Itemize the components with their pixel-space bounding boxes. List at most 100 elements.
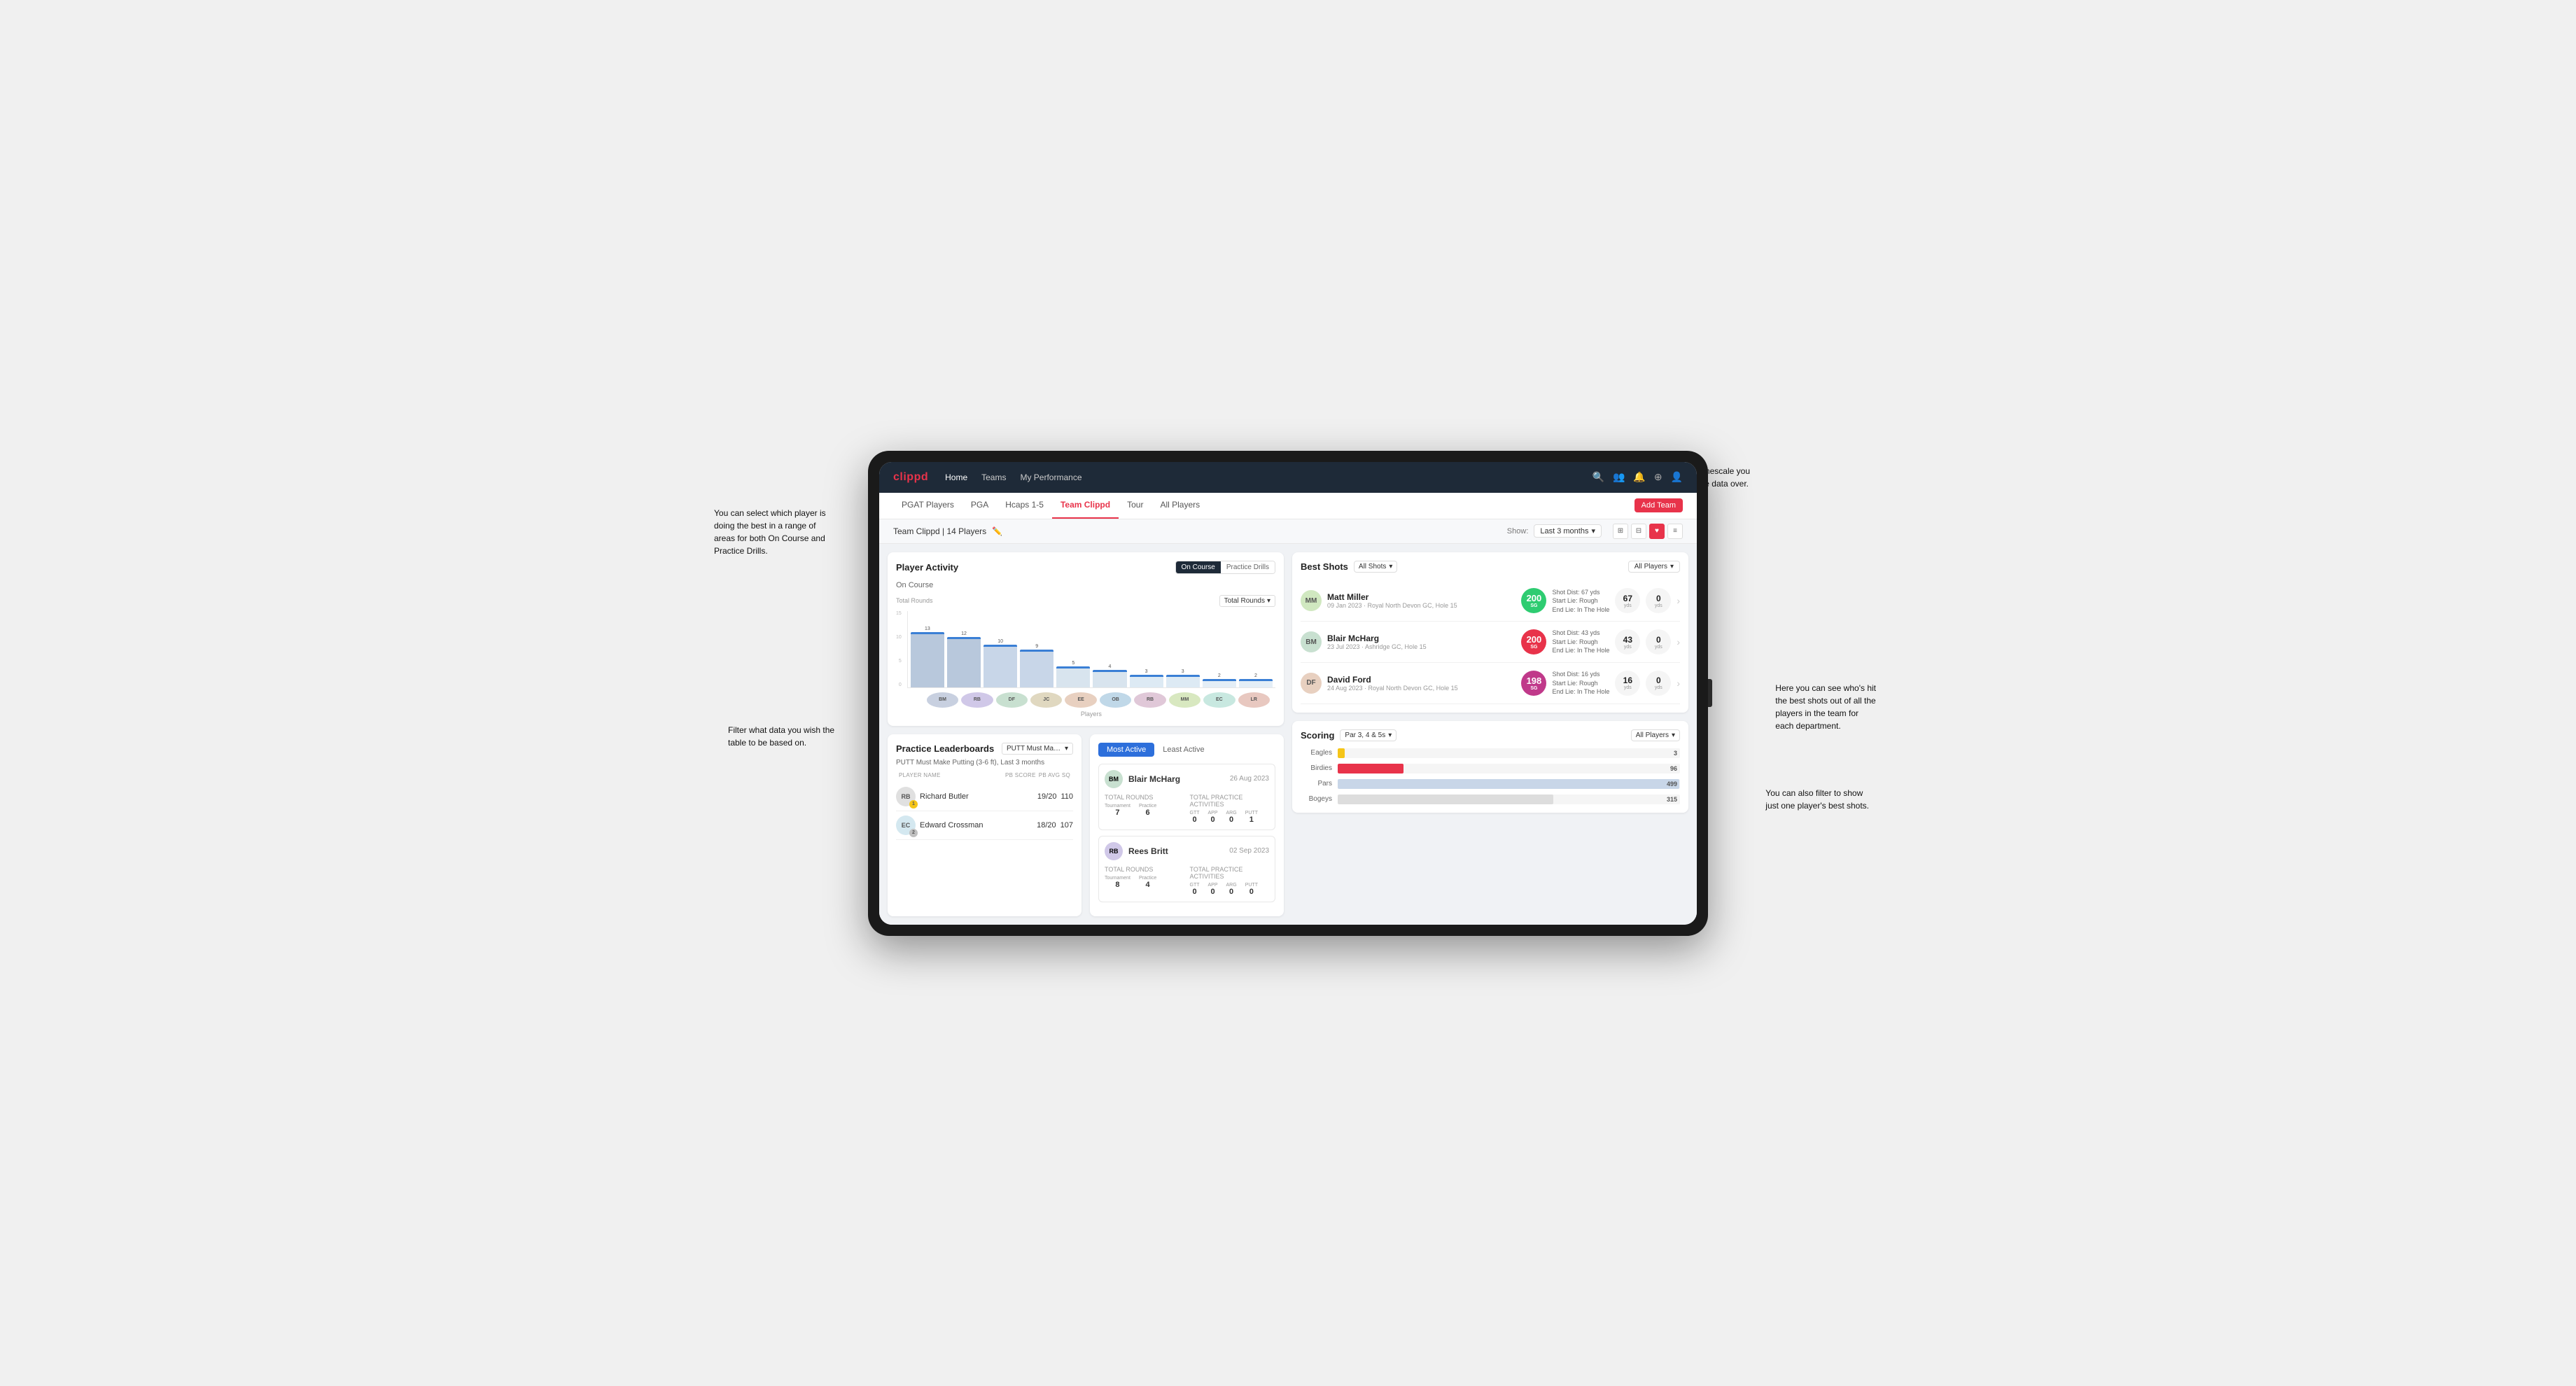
bar-body[interactable]: [911, 632, 944, 687]
profile-icon[interactable]: 👤: [1671, 471, 1683, 483]
best-shots-header: Best Shots All Shots ▾ All Players ▾: [1301, 561, 1680, 573]
bars-and-avatars: 1312109543322 BMRBDFJCEEOBRBMMECLR Playe…: [907, 611, 1275, 718]
bar-body[interactable]: [947, 637, 981, 687]
scoring-bar-wrap: 96: [1338, 764, 1680, 774]
bar-body[interactable]: [1203, 679, 1236, 687]
tournament-stat: Tournament 7: [1105, 804, 1130, 817]
shot-details: 198 SG Shot Dist: 16 yds Start Lie: Roug…: [1521, 670, 1680, 696]
scoring-filter-dropdown[interactable]: Par 3, 4 & 5s ▾: [1340, 729, 1396, 741]
chart-dropdown[interactable]: Total Rounds ▾: [1219, 595, 1275, 607]
shot-row-miller[interactable]: MM Matt Miller 09 Jan 2023 · Royal North…: [1301, 581, 1680, 622]
bar-body[interactable]: [1239, 679, 1273, 687]
scoring-bar-wrap: 315: [1338, 794, 1680, 804]
active-stat-rounds: Total Rounds Tournament 7 Practice: [1105, 794, 1184, 824]
on-course-toggle[interactable]: On Course: [1176, 561, 1221, 573]
chart-avatar: EC: [1203, 692, 1235, 708]
all-players-filter-dropdown[interactable]: All Players ▾: [1628, 561, 1680, 573]
view-list-button[interactable]: ≡: [1667, 524, 1683, 539]
lb-col-avg: PB AVG SQ: [1039, 772, 1070, 778]
shot-player-name: David Ford: [1327, 675, 1516, 685]
scoring-all-players-dropdown[interactable]: All Players ▾: [1631, 729, 1680, 741]
bar-value-label: 12: [961, 631, 967, 636]
search-icon[interactable]: 🔍: [1592, 471, 1604, 483]
bar-body[interactable]: [1166, 675, 1200, 687]
practice-drills-toggle[interactable]: Practice Drills: [1221, 561, 1275, 573]
lb-player-name: Edward Crossman: [920, 821, 1032, 830]
chart-avatar: BM: [927, 692, 958, 708]
edit-icon[interactable]: ✏️: [992, 526, 1002, 536]
practice-sub: GTT 0 APP 0: [1190, 811, 1270, 824]
most-active-tab[interactable]: Most Active: [1098, 743, 1154, 757]
nav-home[interactable]: Home: [945, 470, 967, 485]
active-stat-rounds: Total Rounds Tournament 8 Practice: [1105, 866, 1184, 896]
show-label: Show:: [1507, 527, 1529, 536]
bar-value-label: 2: [1254, 673, 1257, 678]
x-axis-label: Players: [907, 710, 1275, 718]
active-player-name: Blair McHarg: [1128, 774, 1224, 784]
nav-teams[interactable]: Teams: [981, 470, 1006, 485]
bar-col: 2: [1239, 614, 1273, 687]
app-stat: APP 0: [1208, 883, 1218, 896]
least-active-tab[interactable]: Least Active: [1154, 743, 1212, 757]
shot-chevron-icon[interactable]: ›: [1676, 636, 1680, 648]
shot-row-mcharg[interactable]: BM Blair McHarg 23 Jul 2023 · Ashridge G…: [1301, 622, 1680, 663]
subnav-pga[interactable]: PGA: [962, 493, 997, 519]
shot-desc-miller: Shot Dist: 67 yds Start Lie: Rough End L…: [1552, 588, 1609, 615]
bar-body[interactable]: [1093, 670, 1126, 687]
bar-col: 12: [947, 614, 981, 687]
gtt-stat: GTT 0: [1190, 883, 1200, 896]
shot-row-ford[interactable]: DF David Ford 24 Aug 2023 · Royal North …: [1301, 663, 1680, 704]
lb-avg-0: 110: [1060, 792, 1073, 801]
subnav-all-players[interactable]: All Players: [1152, 493, 1208, 519]
add-circle-icon[interactable]: ⊕: [1654, 471, 1662, 483]
bar-value-label: 13: [925, 626, 930, 631]
bar-value-label: 5: [1072, 661, 1074, 666]
bar-top-accent: [1166, 675, 1200, 677]
people-icon[interactable]: 👥: [1613, 471, 1625, 483]
shot-chevron-icon[interactable]: ›: [1676, 595, 1680, 606]
view-grid-large-button[interactable]: ⊞: [1613, 524, 1628, 539]
view-grid-button[interactable]: ⊟: [1631, 524, 1646, 539]
team-header-bar: Team Clippd | 14 Players ✏️ Show: Last 3…: [879, 519, 1697, 544]
scoring-bar-value: 3: [1674, 750, 1677, 757]
bar-body[interactable]: [1130, 675, 1163, 687]
chart-avatars: BMRBDFJCEEOBRBMMECLR: [907, 688, 1275, 708]
subnav-hcaps[interactable]: Hcaps 1-5: [997, 493, 1052, 519]
leaderboard-header: Practice Leaderboards PUTT Must Make Put…: [896, 743, 1073, 755]
total-practice-label: Total Practice Activities: [1190, 866, 1270, 880]
leaderboard-title: Practice Leaderboards: [896, 743, 994, 754]
scoring-bar-value: 96: [1670, 765, 1677, 772]
leaderboard-row: RB 1 Richard Butler 19/20 110: [896, 783, 1073, 811]
shot-stat-dist-ford: 16 yds: [1615, 671, 1640, 696]
shot-player-meta: 24 Aug 2023 · Royal North Devon GC, Hole…: [1327, 685, 1516, 692]
bar-top-accent: [1239, 679, 1273, 681]
leaderboard-dropdown[interactable]: PUTT Must Make Putting... ▾: [1002, 743, 1073, 755]
subnav-pgat[interactable]: PGAT Players: [893, 493, 962, 519]
lb-avg-1: 107: [1060, 821, 1073, 830]
scoring-row: Eagles3: [1301, 748, 1680, 758]
shot-chevron-icon[interactable]: ›: [1676, 678, 1680, 689]
shot-stat-end-miller: 0 yds: [1646, 588, 1671, 613]
add-team-button[interactable]: Add Team: [1634, 498, 1683, 512]
shots-filter-dropdown[interactable]: All Shots ▾: [1354, 561, 1398, 573]
right-panels: Best Shots All Shots ▾ All Players ▾: [1292, 552, 1688, 916]
annotation-player-select: You can select which player is doing the…: [714, 507, 826, 558]
view-heart-button[interactable]: ♥: [1649, 524, 1665, 539]
bar-col: 2: [1203, 614, 1236, 687]
most-active-panel: Most Active Least Active BM Blair McHarg…: [1090, 734, 1284, 916]
bar-body[interactable]: [1020, 650, 1054, 687]
show-dropdown[interactable]: Last 3 months ▾: [1534, 524, 1602, 538]
subnav-tour[interactable]: Tour: [1119, 493, 1152, 519]
gtt-stat: GTT 0: [1190, 811, 1200, 824]
bar-value-label: 9: [1035, 644, 1038, 649]
gtt-val: 0: [1192, 816, 1196, 824]
top-navigation: clippd Home Teams My Performance 🔍 👥 🔔 ⊕…: [879, 462, 1697, 493]
bottom-panels: Practice Leaderboards PUTT Must Make Put…: [888, 734, 1284, 916]
best-shots-panel: Best Shots All Shots ▾ All Players ▾: [1292, 552, 1688, 713]
subnav-team-clippd[interactable]: Team Clippd: [1052, 493, 1119, 519]
nav-my-performance[interactable]: My Performance: [1020, 470, 1082, 485]
bell-icon[interactable]: 🔔: [1633, 471, 1645, 483]
bar-body[interactable]: [1056, 666, 1090, 687]
arg-val: 0: [1229, 888, 1233, 896]
bar-body[interactable]: [983, 645, 1017, 687]
